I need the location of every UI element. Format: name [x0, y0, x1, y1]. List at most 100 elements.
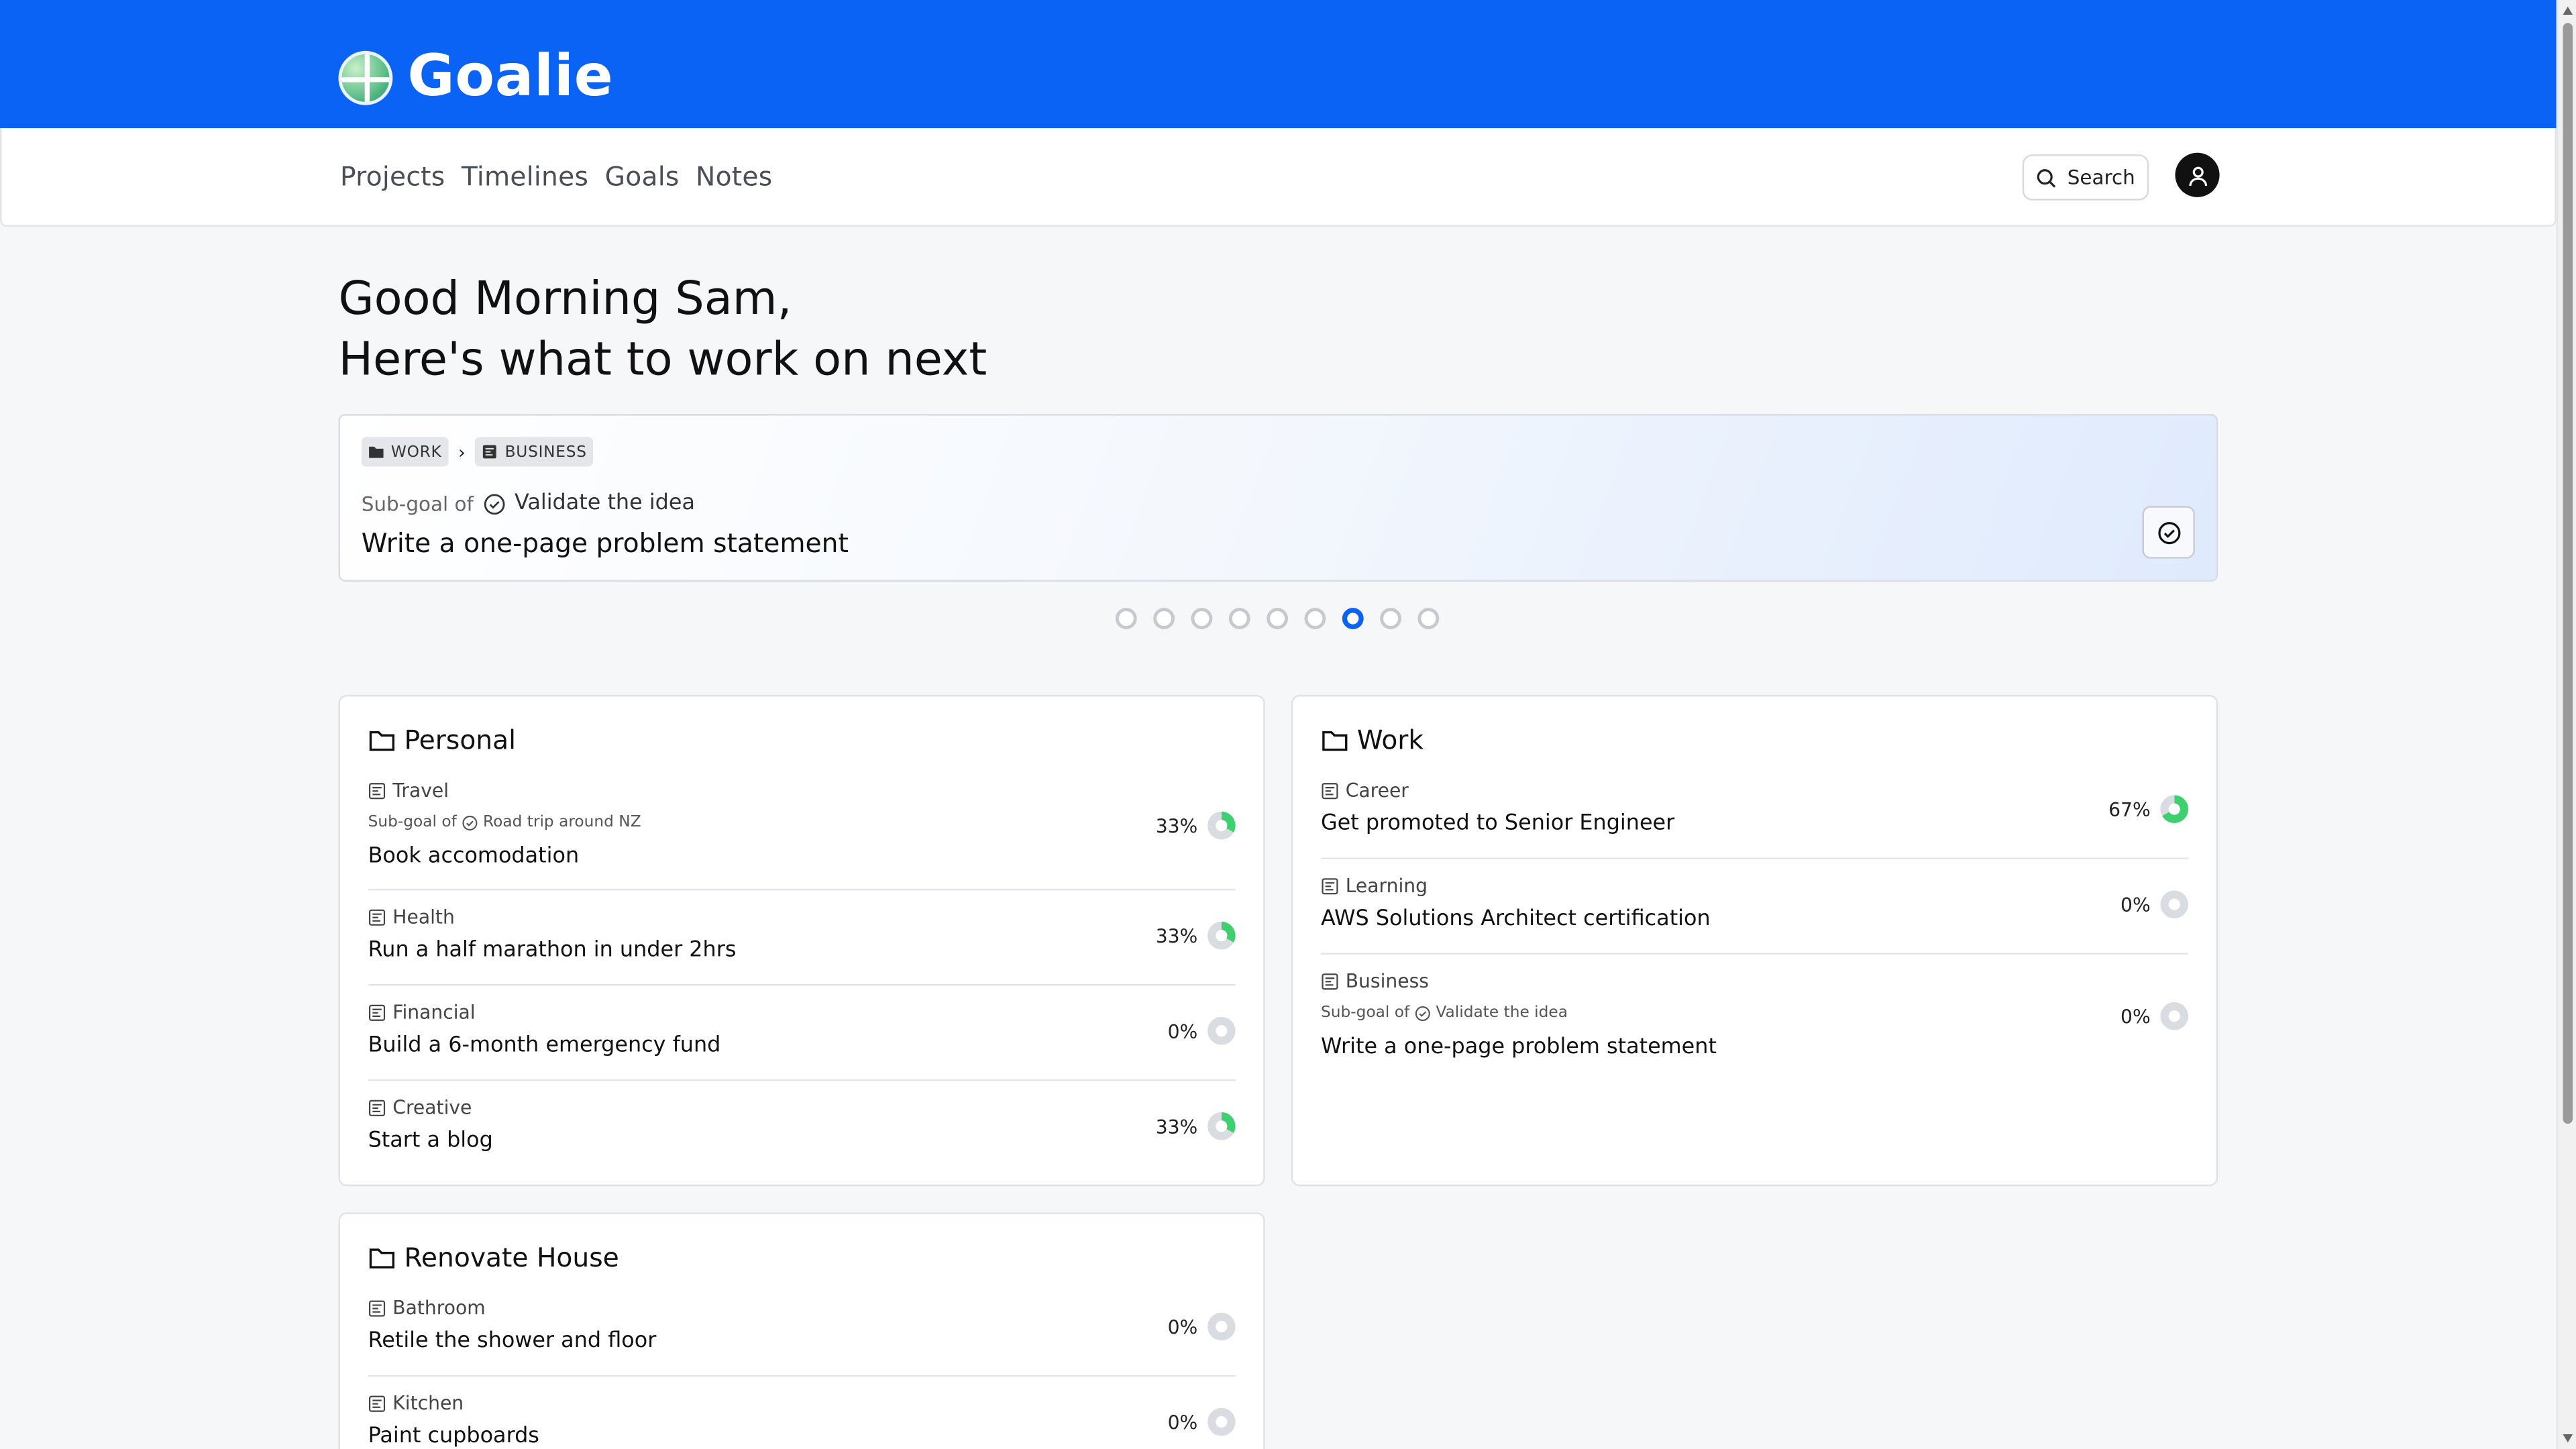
page-scrollbar[interactable] — [2556, 0, 2576, 1449]
progress-ring — [2160, 1002, 2189, 1030]
panel-header[interactable]: Work — [1321, 724, 1424, 756]
progress-ring — [1208, 1112, 1236, 1140]
goal-row[interactable]: Health Run a half marathon in under 2hrs… — [368, 905, 1236, 986]
nav-link-notes[interactable]: Notes — [696, 161, 772, 193]
project-panel-renovate-house: Renovate House Bathroom Retile the showe… — [338, 1212, 1265, 1449]
hero-subgoal-line: Sub-goal of Validate the idea — [362, 491, 695, 516]
parent-goal-label[interactable]: Road trip around NZ — [483, 813, 641, 831]
progress-percent: 67% — [2108, 797, 2151, 821]
progress-ring — [1208, 1407, 1236, 1436]
goal-title[interactable]: Build a 6-month emergency fund — [368, 1033, 721, 1058]
goal-category-label: Learning — [1345, 873, 1428, 898]
app-logo[interactable]: Goalie — [338, 48, 613, 107]
next-goal-card[interactable]: WORK › BUSINESS Sub-goal of Validate the… — [338, 414, 2218, 582]
pager-dot[interactable] — [1417, 608, 1440, 629]
goal-category: Financial — [368, 1000, 476, 1024]
goalie-logo-icon — [338, 50, 393, 105]
hero-goal-title[interactable]: Write a one-page problem statement — [362, 527, 849, 559]
goal-progress: 0% — [2121, 1002, 2189, 1030]
brand-header: Goalie — [0, 0, 2557, 129]
goal-progress: 0% — [1168, 1407, 1236, 1436]
goal-title[interactable]: Book accomodation — [368, 845, 580, 869]
goal-category: Career — [1321, 779, 1409, 802]
goal-category-label: Travel — [392, 778, 449, 802]
check-circle-icon — [462, 814, 478, 830]
goal-title[interactable]: Paint cupboards — [368, 1424, 539, 1449]
folder-icon — [369, 446, 384, 458]
user-icon — [2188, 166, 2206, 185]
goal-row[interactable]: Financial Build a 6-month emergency fund… — [368, 1000, 1236, 1081]
parent-goal-label[interactable]: Validate the idea — [1436, 1004, 1568, 1022]
top-navigation: Projects Timelines Goals Notes Search — [0, 128, 2557, 227]
goal-subgoal-line: Sub-goal of Road trip around NZ — [368, 813, 641, 831]
goal-category: Health — [368, 905, 455, 928]
pager-dot[interactable] — [1228, 608, 1250, 629]
breadcrumb-category[interactable]: BUSINESS — [475, 437, 594, 467]
goal-category-label: Kitchen — [392, 1391, 464, 1415]
goal-title[interactable]: Retile the shower and floor — [368, 1329, 657, 1354]
progress-ring — [1208, 921, 1236, 950]
progress-ring — [1208, 811, 1236, 840]
pager-dot[interactable] — [1380, 608, 1401, 629]
goal-row[interactable]: Business Sub-goal of Validate the idea W… — [1321, 969, 2189, 1081]
goal-title[interactable]: Get promoted to Senior Engineer — [1321, 812, 1674, 837]
scroll-down-icon[interactable] — [2563, 1434, 2573, 1443]
goal-row[interactable]: Kitchen Paint cupboards 0% — [368, 1391, 1236, 1449]
search-icon — [2037, 168, 2057, 187]
nav-link-goals[interactable]: Goals — [605, 161, 680, 193]
panel-header[interactable]: Personal — [368, 724, 516, 756]
goal-row[interactable]: Learning AWS Solutions Architect certifi… — [1320, 873, 2189, 955]
pager-dot[interactable] — [1153, 608, 1175, 629]
subgoal-prefix: Sub-goal of — [368, 813, 457, 832]
goal-progress: 33% — [1155, 921, 1236, 950]
breadcrumb-category-label: BUSINESS — [504, 443, 587, 461]
panel-title: Personal — [404, 724, 517, 756]
progress-percent: 33% — [1155, 924, 1198, 947]
nav-link-projects[interactable]: Projects — [340, 161, 445, 193]
complete-goal-button[interactable] — [2142, 506, 2195, 559]
breadcrumb-project[interactable]: WORK — [361, 437, 449, 467]
goal-progress: 0% — [2121, 890, 2189, 918]
parent-goal-link[interactable]: Validate the idea — [484, 491, 695, 516]
pager-dot[interactable] — [1115, 608, 1137, 629]
goal-category-icon — [369, 1299, 386, 1316]
goal-title[interactable]: AWS Solutions Architect certification — [1321, 907, 1711, 932]
progress-percent: 33% — [1155, 1114, 1198, 1138]
progress-ring — [1208, 1016, 1236, 1045]
goal-subgoal-line: Sub-goal of Validate the idea — [1321, 1004, 1568, 1022]
goal-category-icon — [1322, 877, 1338, 894]
panel-title: Renovate House — [404, 1242, 619, 1273]
pager-dot[interactable] — [1191, 608, 1213, 629]
scrollbar-thumb[interactable] — [2563, 23, 2573, 1124]
project-panel-personal: Personal Travel Sub-goal of Road trip ar… — [338, 694, 1265, 1187]
goal-category: Creative — [368, 1095, 472, 1119]
pager-dot[interactable] — [1304, 608, 1326, 629]
goal-category: Kitchen — [368, 1391, 464, 1415]
goal-category-label: Creative — [392, 1095, 472, 1119]
search-button[interactable]: Search — [2022, 154, 2149, 201]
pager-dot[interactable] — [1267, 608, 1289, 629]
progress-percent: 0% — [2121, 893, 2151, 916]
goal-row[interactable]: Bathroom Retile the shower and floor 0% — [368, 1296, 1236, 1377]
goal-progress: 33% — [1156, 1112, 1236, 1140]
user-avatar-button[interactable] — [2175, 152, 2220, 197]
panel-title: Work — [1356, 724, 1424, 756]
search-label: Search — [2067, 166, 2135, 189]
scroll-up-icon[interactable] — [2563, 6, 2573, 15]
subgoal-prefix: Sub-goal of — [361, 492, 474, 515]
chevron-right-icon: › — [458, 441, 466, 463]
goal-title[interactable]: Start a blog — [368, 1128, 493, 1153]
goal-title[interactable]: Write a one-page problem statement — [1321, 1035, 1717, 1060]
goal-title[interactable]: Run a half marathon in under 2hrs — [368, 938, 737, 963]
goal-row[interactable]: Creative Start a blog 33% — [368, 1095, 1236, 1176]
progress-ring — [2160, 890, 2189, 918]
goal-row[interactable]: Travel Sub-goal of Road trip around NZ B… — [368, 779, 1236, 891]
carousel-pager — [1115, 608, 1440, 629]
nav-link-timelines[interactable]: Timelines — [462, 161, 588, 193]
breadcrumb-project-label: WORK — [390, 443, 442, 461]
goal-row[interactable]: Career Get promoted to Senior Engineer 6… — [1320, 779, 2189, 859]
panel-header[interactable]: Renovate House — [368, 1242, 619, 1273]
greeting-line-2: Here's what to work on next — [338, 331, 987, 386]
goal-category-icon — [369, 1395, 386, 1411]
pager-dot[interactable] — [1342, 608, 1364, 629]
